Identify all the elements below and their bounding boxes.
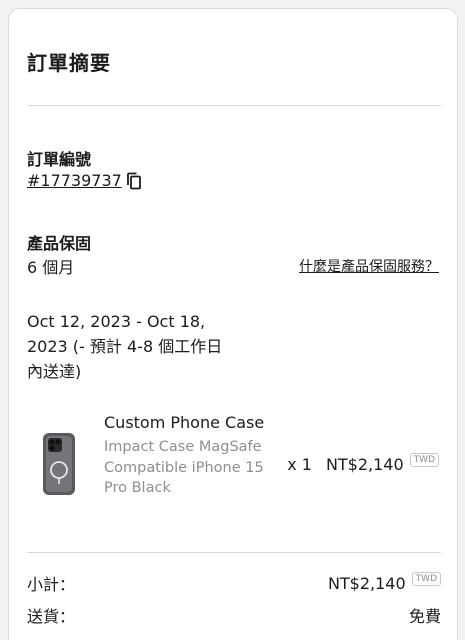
item-quantity: x 1 (287, 455, 312, 474)
order-summary-card: 訂單摘要 訂單編號 #17739737 產品保固 6 個月 什麼是產品保固服務？… (8, 8, 458, 640)
currency-badge: TWD (409, 453, 439, 467)
order-summary-title: 訂單摘要 (27, 51, 111, 75)
order-number-label: 訂單編號 (27, 150, 92, 169)
shipping-estimate: Oct 12, 2023 - Oct 18, 2023 (- 預計 4-8 個工… (27, 312, 223, 381)
product-description: Impact Case MagSafe Compatible iPhone 15… (104, 439, 264, 496)
shipping-value: 免費 (408, 607, 441, 626)
copy-icon[interactable] (126, 172, 142, 190)
warranty-info-link[interactable]: 什麼是產品保固服務？ (299, 256, 439, 276)
warranty-value: 6 個月 (27, 258, 75, 277)
divider (27, 552, 441, 553)
item-qty-price: x 1 NT$2,140 TWD (287, 453, 439, 474)
currency-badge: TWD (411, 571, 441, 586)
order-number: #17739737 (27, 171, 142, 190)
order-number-link[interactable]: #17739737 (27, 171, 122, 190)
shipping-label: 送貨： (27, 607, 76, 626)
subtotal-row: 小計： NT$2,140 TWD (27, 571, 441, 595)
phone-case-image (39, 429, 79, 499)
subtotal-value: NT$2,140 (327, 573, 406, 593)
divider (27, 105, 441, 106)
shipping-row: 送貨： 免費 (27, 603, 441, 627)
warranty-label: 產品保固 (27, 234, 92, 253)
product-name: Custom Phone Case (104, 413, 265, 432)
item-price: NT$2,140 (325, 455, 404, 474)
subtotal-label: 小計： (27, 575, 76, 594)
